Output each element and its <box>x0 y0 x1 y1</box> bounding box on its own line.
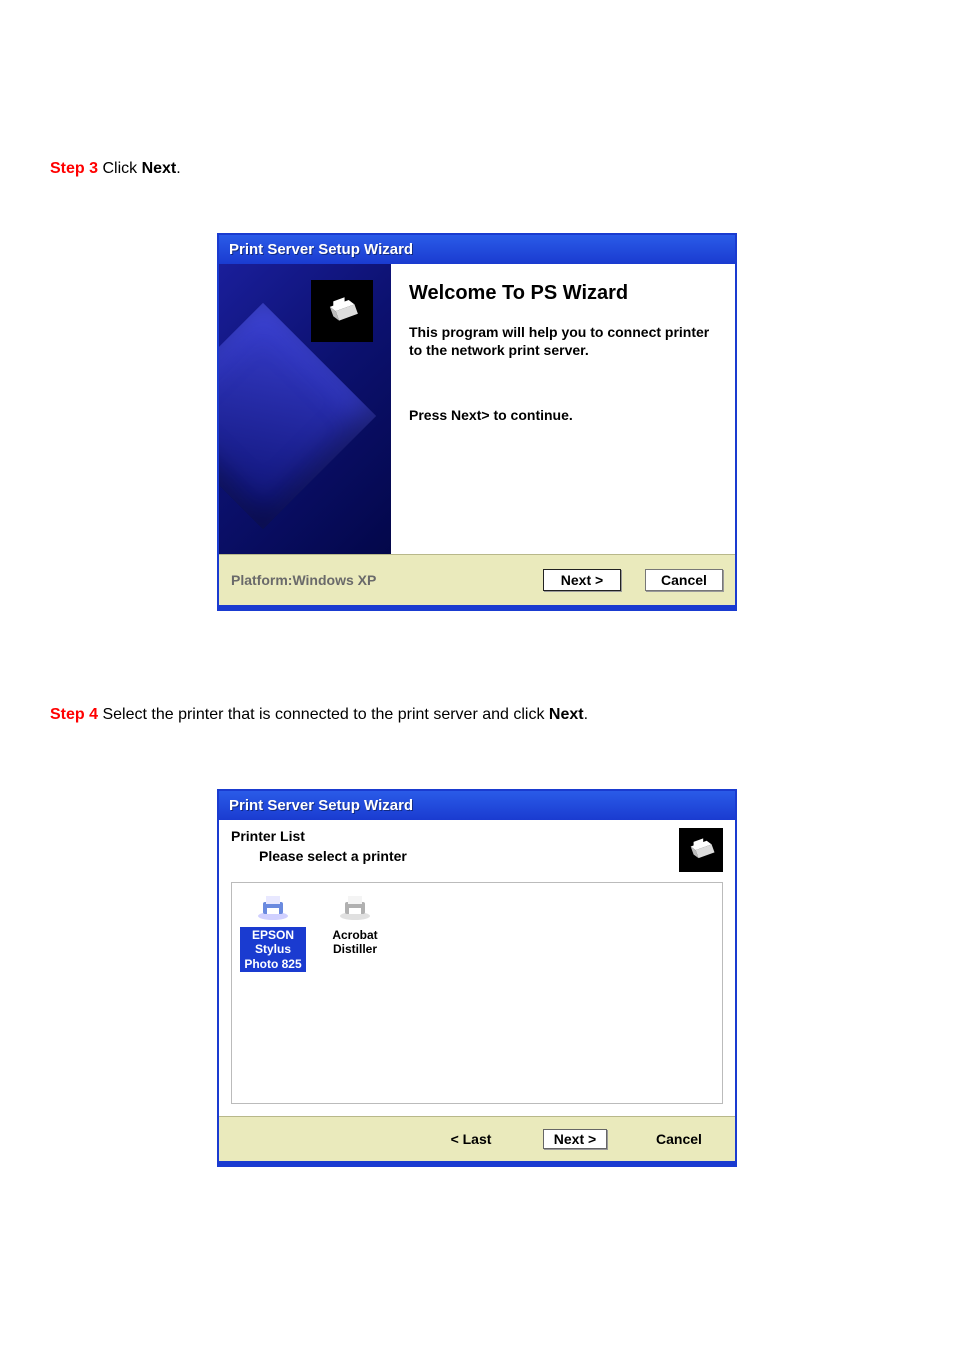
printer-icon-badge <box>311 280 373 342</box>
printer-icon-badge <box>679 828 723 872</box>
wizard1-buttons: Next > Cancel <box>543 569 723 591</box>
step4-suffix: . <box>584 706 588 723</box>
step4-text: Select the printer that is connected to … <box>98 706 549 723</box>
printer-item-label: Acrobat Distiller <box>322 927 388 958</box>
printer-list-box[interactable]: EPSON Stylus Photo 825 Acrobat Distiller <box>231 882 723 1104</box>
wizard2-titlebar[interactable]: Print Server Setup Wizard <box>219 791 735 820</box>
printer-item-epson[interactable]: EPSON Stylus Photo 825 <box>240 891 306 972</box>
next-button[interactable]: Next > <box>543 569 621 591</box>
wizard-welcome-window: Print Server Setup Wizard Welcome To PS … <box>217 233 737 611</box>
wizard1-press-next: Press Next> to continue. <box>409 407 717 423</box>
platform-label: Platform:Windows XP <box>231 572 376 588</box>
last-button[interactable]: < Last <box>439 1129 503 1149</box>
cancel-button[interactable]: Cancel <box>647 1129 711 1149</box>
wizard1-body: Welcome To PS Wizard This program will h… <box>219 264 735 554</box>
wizard1-sidebar-graphic <box>219 264 391 554</box>
wizard2-header: Printer List Please select a printer <box>219 820 735 882</box>
step3-instruction: Step 3 Click Next. <box>50 160 904 178</box>
next-button[interactable]: Next > <box>543 1129 607 1149</box>
printer-item-acrobat[interactable]: Acrobat Distiller <box>322 891 388 958</box>
printer-device-icon <box>253 891 293 923</box>
wizard1-titlebar[interactable]: Print Server Setup Wizard <box>219 235 735 264</box>
step4-label: Step 4 <box>50 706 98 723</box>
step3-suffix: . <box>176 160 180 177</box>
printer-list-subheading: Please select a printer <box>231 848 407 864</box>
wizard1-footer: Platform:Windows XP Next > Cancel <box>219 554 735 605</box>
printer-device-icon <box>335 891 375 923</box>
cancel-button[interactable]: Cancel <box>645 569 723 591</box>
step3-label: Step 3 <box>50 160 98 177</box>
wizard1-heading: Welcome To PS Wizard <box>409 282 717 305</box>
printer-icon <box>684 833 718 867</box>
wizard2-header-text: Printer List Please select a printer <box>231 828 407 864</box>
printer-icon <box>322 291 362 331</box>
step3-bold: Next <box>142 160 177 177</box>
step3-text: Click <box>98 160 142 177</box>
wizard2-footer: < Last Next > Cancel <box>219 1116 735 1161</box>
printer-item-label: EPSON Stylus Photo 825 <box>240 927 306 972</box>
wizard1-description: This program will help you to connect pr… <box>409 323 717 359</box>
step4-bold: Next <box>549 706 584 723</box>
wizard1-content: Welcome To PS Wizard This program will h… <box>391 264 735 554</box>
wizard-printer-list-window: Print Server Setup Wizard Printer List P… <box>217 789 737 1167</box>
printer-list-heading: Printer List <box>231 828 407 844</box>
step4-instruction: Step 4 Select the printer that is connec… <box>50 706 904 724</box>
